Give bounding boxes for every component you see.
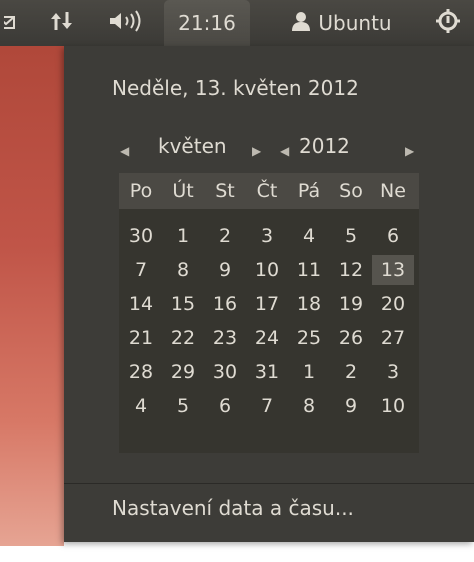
calendar-day[interactable]: 28 bbox=[120, 357, 162, 387]
calendar-day[interactable]: 17 bbox=[246, 289, 288, 319]
calendar-day[interactable]: 4 bbox=[288, 221, 330, 251]
calendar-day[interactable]: 9 bbox=[330, 391, 372, 421]
calendar-day[interactable]: 9 bbox=[204, 255, 246, 285]
prev-month-button[interactable]: ◀ bbox=[120, 144, 129, 158]
weekday-label: Čt bbox=[256, 180, 278, 202]
year-label: 2012 bbox=[299, 134, 350, 158]
calendar-day[interactable]: 16 bbox=[204, 289, 246, 319]
calendar-day[interactable]: 18 bbox=[288, 289, 330, 319]
right-arrow-icon: ▶ bbox=[252, 144, 262, 158]
prev-year-button[interactable]: ◀ bbox=[280, 144, 289, 158]
calendar-day[interactable]: 30 bbox=[204, 357, 246, 387]
calendar-day[interactable]: 31 bbox=[246, 357, 288, 387]
calendar-day[interactable]: 10 bbox=[372, 391, 414, 421]
calendar-day[interactable]: 3 bbox=[246, 221, 288, 251]
calendar-day[interactable]: 5 bbox=[162, 391, 204, 421]
weekday-label: Ne bbox=[380, 180, 406, 202]
speaker-volume-icon bbox=[108, 9, 146, 37]
clock-indicator[interactable]: 21:16 bbox=[164, 0, 250, 46]
left-arrow-icon: ◀ bbox=[120, 144, 130, 158]
calendar-day[interactable]: 6 bbox=[372, 221, 414, 251]
user-name: Ubuntu bbox=[318, 11, 392, 35]
calendar-day[interactable]: 2 bbox=[204, 221, 246, 251]
calendar-day-selected[interactable]: 13 bbox=[372, 255, 414, 285]
clock-time: 21:16 bbox=[178, 11, 236, 35]
calendar-day[interactable]: 2 bbox=[330, 357, 372, 387]
calendar-day[interactable]: 8 bbox=[162, 255, 204, 285]
calendar-day[interactable]: 27 bbox=[372, 323, 414, 353]
calendar-day[interactable]: 7 bbox=[246, 391, 288, 421]
top-panel: 21:16 Ubuntu bbox=[0, 0, 474, 46]
left-arrow-icon: ◀ bbox=[280, 144, 290, 158]
calendar-day[interactable]: 15 bbox=[162, 289, 204, 319]
calendar-day[interactable]: 1 bbox=[288, 357, 330, 387]
calendar-day[interactable]: 12 bbox=[330, 255, 372, 285]
calendar-day[interactable]: 10 bbox=[246, 255, 288, 285]
calendar-grid: Po Út St Čt Pá So Ne 30 1 2 3 4 5 6 7 8 … bbox=[119, 173, 419, 453]
month-label: květen bbox=[158, 134, 227, 158]
user-icon bbox=[292, 11, 318, 36]
calendar-day[interactable]: 24 bbox=[246, 323, 288, 353]
weekday-label: St bbox=[215, 180, 235, 202]
next-month-button[interactable]: ▶ bbox=[252, 144, 261, 158]
datetime-menu: Neděle, 13. květen 2012 ◀ květen ▶ ◀ 201… bbox=[64, 46, 474, 542]
next-year-button[interactable]: ▶ bbox=[405, 144, 414, 158]
menu-separator bbox=[64, 483, 474, 484]
calendar-day[interactable]: 25 bbox=[288, 323, 330, 353]
weekday-label: So bbox=[339, 180, 363, 202]
calendar-day[interactable]: 22 bbox=[162, 323, 204, 353]
desktop-wallpaper bbox=[0, 46, 64, 546]
calendar-day[interactable]: 20 bbox=[372, 289, 414, 319]
weekday-label: Pá bbox=[297, 180, 321, 202]
calendar-day[interactable]: 14 bbox=[120, 289, 162, 319]
date-time-settings-item[interactable]: Nastavení data a času... bbox=[112, 496, 354, 520]
session-menu[interactable] bbox=[428, 0, 468, 46]
calendar-day[interactable]: 23 bbox=[204, 323, 246, 353]
user-menu[interactable]: Ubuntu bbox=[262, 0, 422, 46]
calendar-day[interactable]: 19 bbox=[330, 289, 372, 319]
calendar-day[interactable]: 8 bbox=[288, 391, 330, 421]
calendar-day[interactable]: 26 bbox=[330, 323, 372, 353]
calendar-day[interactable]: 7 bbox=[120, 255, 162, 285]
calendar-day[interactable]: 4 bbox=[120, 391, 162, 421]
calendar-day[interactable]: 30 bbox=[120, 221, 162, 251]
calendar-day[interactable]: 29 bbox=[162, 357, 204, 387]
calendar-day[interactable]: 3 bbox=[372, 357, 414, 387]
weekday-header: Po Út St Čt Pá So Ne bbox=[119, 173, 419, 209]
network-indicator[interactable] bbox=[42, 0, 82, 46]
network-updown-icon bbox=[49, 10, 75, 37]
calendar-day[interactable]: 21 bbox=[120, 323, 162, 353]
calendar-day[interactable]: 5 bbox=[330, 221, 372, 251]
date-heading: Neděle, 13. květen 2012 bbox=[112, 76, 359, 100]
calendar-day[interactable]: 1 bbox=[162, 221, 204, 251]
right-arrow-icon: ▶ bbox=[405, 144, 415, 158]
weekday-label: Út bbox=[172, 180, 194, 202]
mail-icon bbox=[0, 11, 18, 35]
calendar-day[interactable]: 11 bbox=[288, 255, 330, 285]
sound-indicator[interactable] bbox=[104, 0, 150, 46]
mail-indicator[interactable] bbox=[0, 0, 22, 46]
weekday-label: Po bbox=[129, 180, 153, 202]
power-gear-icon bbox=[435, 8, 461, 39]
calendar-day[interactable]: 6 bbox=[204, 391, 246, 421]
